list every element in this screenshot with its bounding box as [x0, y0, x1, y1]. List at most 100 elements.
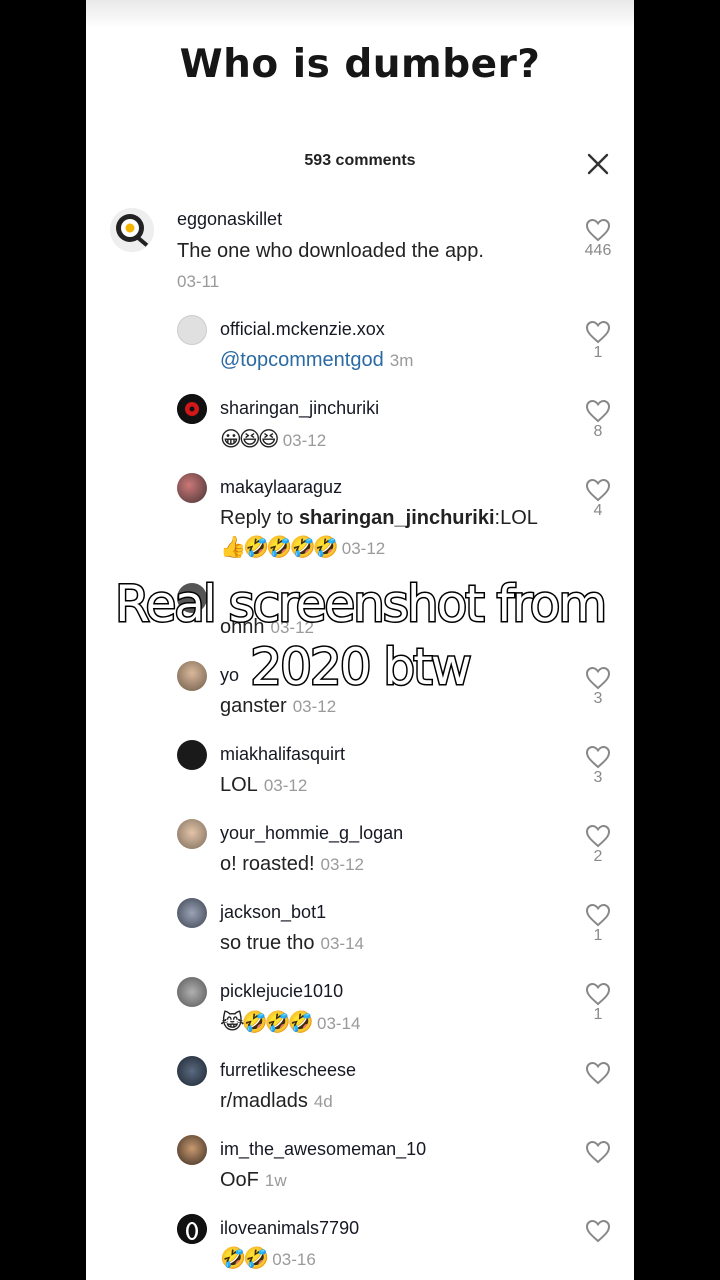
- comment-time: 03-14: [320, 934, 364, 953]
- like-count: 8: [593, 423, 603, 440]
- comment-text: so true tho 03-14: [220, 932, 364, 955]
- comment-time: 03-12: [341, 539, 386, 558]
- comment-emoji: 😹🤣🤣🤣: [220, 1011, 314, 1034]
- heart-icon: [585, 1061, 611, 1085]
- comment-text: @topcommentgod 3m: [220, 349, 413, 372]
- heart-icon: [585, 824, 611, 848]
- top-bar: [86, 0, 634, 28]
- comment-time: 1w: [264, 1171, 287, 1190]
- comment-text: Reply to sharingan_jinchuriki:LOL: [220, 507, 538, 530]
- avatar[interactable]: [177, 473, 207, 503]
- heart-icon: [585, 320, 611, 344]
- avatar[interactable]: [177, 819, 207, 849]
- comment-username[interactable]: official.mckenzie.xox: [220, 319, 385, 340]
- comment-text: r/madlads 4d: [220, 1090, 333, 1113]
- avatar[interactable]: [177, 1135, 207, 1165]
- comment-text: 😹🤣🤣🤣 03-14: [220, 1010, 360, 1035]
- comment-item: miakhalifasquirt LOL 03-12 3: [86, 739, 634, 811]
- comment-item: jackson_bot1 so true tho 03-14 1: [86, 897, 634, 969]
- comment-text: ganster 03-12: [220, 695, 336, 718]
- comment-username[interactable]: iloveanimals7790: [220, 1218, 359, 1239]
- comment-username[interactable]: miakhalifasquirt: [220, 744, 345, 765]
- like-count: 3: [593, 769, 603, 786]
- comment-time: 3m: [389, 351, 414, 370]
- avatar[interactable]: [110, 208, 154, 252]
- avatar[interactable]: [177, 977, 207, 1007]
- comment-text: o! roasted! 03-12: [220, 853, 364, 876]
- like-button[interactable]: 4: [578, 478, 618, 520]
- avatar[interactable]: [177, 315, 207, 345]
- reply-text: :LOL: [494, 507, 538, 529]
- comment-username[interactable]: eggonaskillet: [177, 209, 282, 230]
- comment-body: r/madlads: [220, 1090, 308, 1112]
- like-count: 1: [593, 927, 603, 944]
- like-count: 2: [593, 848, 603, 865]
- comment-username[interactable]: your_hommie_g_logan: [220, 823, 403, 844]
- like-count: 1: [593, 344, 603, 361]
- like-count: 446: [584, 242, 612, 259]
- comment-text: The one who downloaded the app.: [177, 240, 484, 262]
- like-button[interactable]: [578, 1140, 618, 1164]
- avatar[interactable]: [177, 898, 207, 928]
- avatar[interactable]: [177, 1056, 207, 1086]
- comment-body: o! roasted!: [220, 853, 315, 875]
- comment-time: 4d: [313, 1092, 333, 1111]
- comment-time: 03-12: [320, 855, 364, 874]
- like-button[interactable]: 8: [578, 399, 618, 441]
- comment-item: picklejucie1010 😹🤣🤣🤣 03-14 1: [86, 976, 634, 1048]
- comment-item: sharingan_jinchuriki 😀😆😆 03-12 8: [86, 393, 634, 465]
- mention-link[interactable]: @topcommentgod: [220, 349, 384, 371]
- reply-prefix: Reply to: [220, 507, 299, 529]
- comment-username[interactable]: im_the_awesomeman_10: [220, 1139, 426, 1160]
- heart-icon: [585, 982, 611, 1006]
- caption-line-1: Real screenshot from: [113, 574, 608, 635]
- comment-username[interactable]: sharingan_jinchuriki: [220, 398, 379, 419]
- comment-text: OoF 1w: [220, 1169, 287, 1192]
- like-button[interactable]: 1: [578, 320, 618, 362]
- comment-emoji: 😀😆😆: [220, 428, 280, 451]
- heart-icon: [585, 745, 611, 769]
- comment-username[interactable]: furretlikescheese: [220, 1060, 356, 1081]
- post-title: Who is dumber?: [179, 42, 541, 87]
- like-button[interactable]: 2: [578, 824, 618, 866]
- sharingan-icon: [177, 394, 207, 424]
- heart-icon: [585, 903, 611, 927]
- comment-time: 03-12: [263, 776, 308, 795]
- comment-text: LOL 03-12: [220, 774, 307, 797]
- heart-icon: [585, 1219, 611, 1243]
- comment-item: im_the_awesomeman_10 OoF 1w: [86, 1134, 634, 1206]
- like-button[interactable]: 3: [578, 745, 618, 787]
- like-button[interactable]: [578, 1219, 618, 1243]
- comment-body: so true tho: [220, 932, 315, 954]
- heart-icon: [585, 399, 611, 423]
- egg-on-skillet-icon: [110, 208, 154, 252]
- comment-time: 03-11: [177, 272, 220, 291]
- comment-body: OoF: [220, 1169, 259, 1191]
- comment-time: 03-12: [282, 431, 327, 450]
- comment-emoji: 👍🤣🤣🤣🤣: [220, 536, 339, 559]
- comment-body: ganster: [220, 695, 287, 717]
- comment-item: eggonaskillet The one who downloaded the…: [86, 206, 634, 306]
- heart-icon: [585, 1140, 611, 1164]
- comment-item: official.mckenzie.xox @topcommentgod 3m 1: [86, 314, 634, 386]
- comment-time: 03-12: [292, 697, 337, 716]
- comment-username[interactable]: makaylaaraguz: [220, 477, 342, 498]
- like-button[interactable]: [578, 1061, 618, 1085]
- close-icon[interactable]: [584, 150, 612, 178]
- comment-username[interactable]: picklejucie1010: [220, 981, 343, 1002]
- comments-count: 593 comments: [304, 152, 416, 169]
- reply-user[interactable]: sharingan_jinchuriki: [299, 507, 495, 529]
- like-button[interactable]: 1: [578, 903, 618, 945]
- comment-username[interactable]: jackson_bot1: [220, 902, 326, 923]
- comment-text: 🤣🤣 03-16: [220, 1247, 316, 1271]
- like-count: 4: [593, 502, 603, 519]
- avatar[interactable]: [177, 740, 207, 770]
- comment-item: makaylaaraguz Reply to sharingan_jinchur…: [86, 472, 634, 572]
- like-button[interactable]: 1: [578, 982, 618, 1024]
- like-button[interactable]: 446: [578, 218, 618, 260]
- avatar[interactable]: [177, 394, 207, 424]
- avatar[interactable]: [177, 1214, 207, 1244]
- caption-line-2: 2020 btw: [249, 637, 473, 698]
- comment-emoji: 🤣🤣: [220, 1247, 269, 1270]
- comment-time: 03-14: [316, 1014, 361, 1033]
